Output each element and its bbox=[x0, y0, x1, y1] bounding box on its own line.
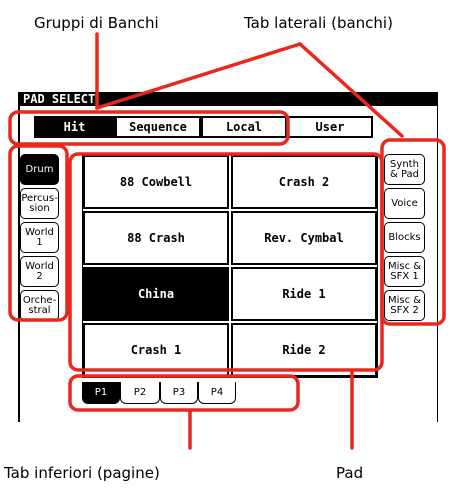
window-title: PAD SELECT bbox=[20, 92, 437, 106]
page-tab-p4[interactable]: P4 bbox=[198, 382, 236, 404]
tab-local[interactable]: Local bbox=[201, 116, 287, 138]
tab-hit[interactable]: Hit bbox=[34, 116, 115, 138]
annotation-groups-label: Gruppi di Banchi bbox=[34, 14, 159, 32]
pad-button[interactable]: Ride 1 bbox=[231, 267, 377, 321]
pad-button[interactable]: Rev. Cymbal bbox=[231, 211, 377, 265]
side-tab-voice[interactable]: Voice bbox=[384, 188, 425, 219]
pad-select-window: PAD SELECT Hit Sequence Local User Drum … bbox=[18, 92, 438, 422]
side-tab-world-1[interactable]: World 1 bbox=[20, 222, 59, 253]
pad-button[interactable]: China bbox=[83, 267, 229, 321]
side-tab-blocks[interactable]: Blocks bbox=[384, 222, 425, 253]
side-tab-orchestral[interactable]: Orche- stral bbox=[20, 290, 59, 321]
tab-sequence[interactable]: Sequence bbox=[115, 116, 201, 138]
side-tab-misc-sfx-2[interactable]: Misc & SFX 2 bbox=[384, 290, 425, 321]
page-tab-p3[interactable]: P3 bbox=[160, 382, 198, 404]
pad-button[interactable]: Ride 2 bbox=[231, 323, 377, 377]
tab-user[interactable]: User bbox=[287, 116, 373, 138]
pad-button[interactable]: Crash 2 bbox=[231, 155, 377, 209]
pad-button[interactable]: Crash 1 bbox=[83, 323, 229, 377]
page-tab-p1[interactable]: P1 bbox=[82, 382, 120, 404]
annotation-bottom-tabs-label: Tab inferiori (pagine) bbox=[4, 464, 160, 482]
annotation-pad-label: Pad bbox=[336, 464, 364, 482]
annotation-side-tabs-label: Tab laterali (banchi) bbox=[244, 14, 393, 32]
pad-grid: 88 Cowbell Crash 2 88 Crash Rev. Cymbal … bbox=[82, 154, 378, 378]
side-tab-world-2[interactable]: World 2 bbox=[20, 256, 59, 287]
side-tab-misc-sfx-1[interactable]: Misc & SFX 1 bbox=[384, 256, 425, 287]
pad-button[interactable]: 88 Cowbell bbox=[83, 155, 229, 209]
side-tab-percussion[interactable]: Percus- sion bbox=[20, 188, 59, 219]
page-tab-p2[interactable]: P2 bbox=[120, 382, 160, 404]
side-tab-synth-pad[interactable]: Synth & Pad bbox=[384, 154, 425, 185]
side-tab-drum[interactable]: Drum bbox=[20, 154, 59, 185]
pad-button[interactable]: 88 Crash bbox=[83, 211, 229, 265]
